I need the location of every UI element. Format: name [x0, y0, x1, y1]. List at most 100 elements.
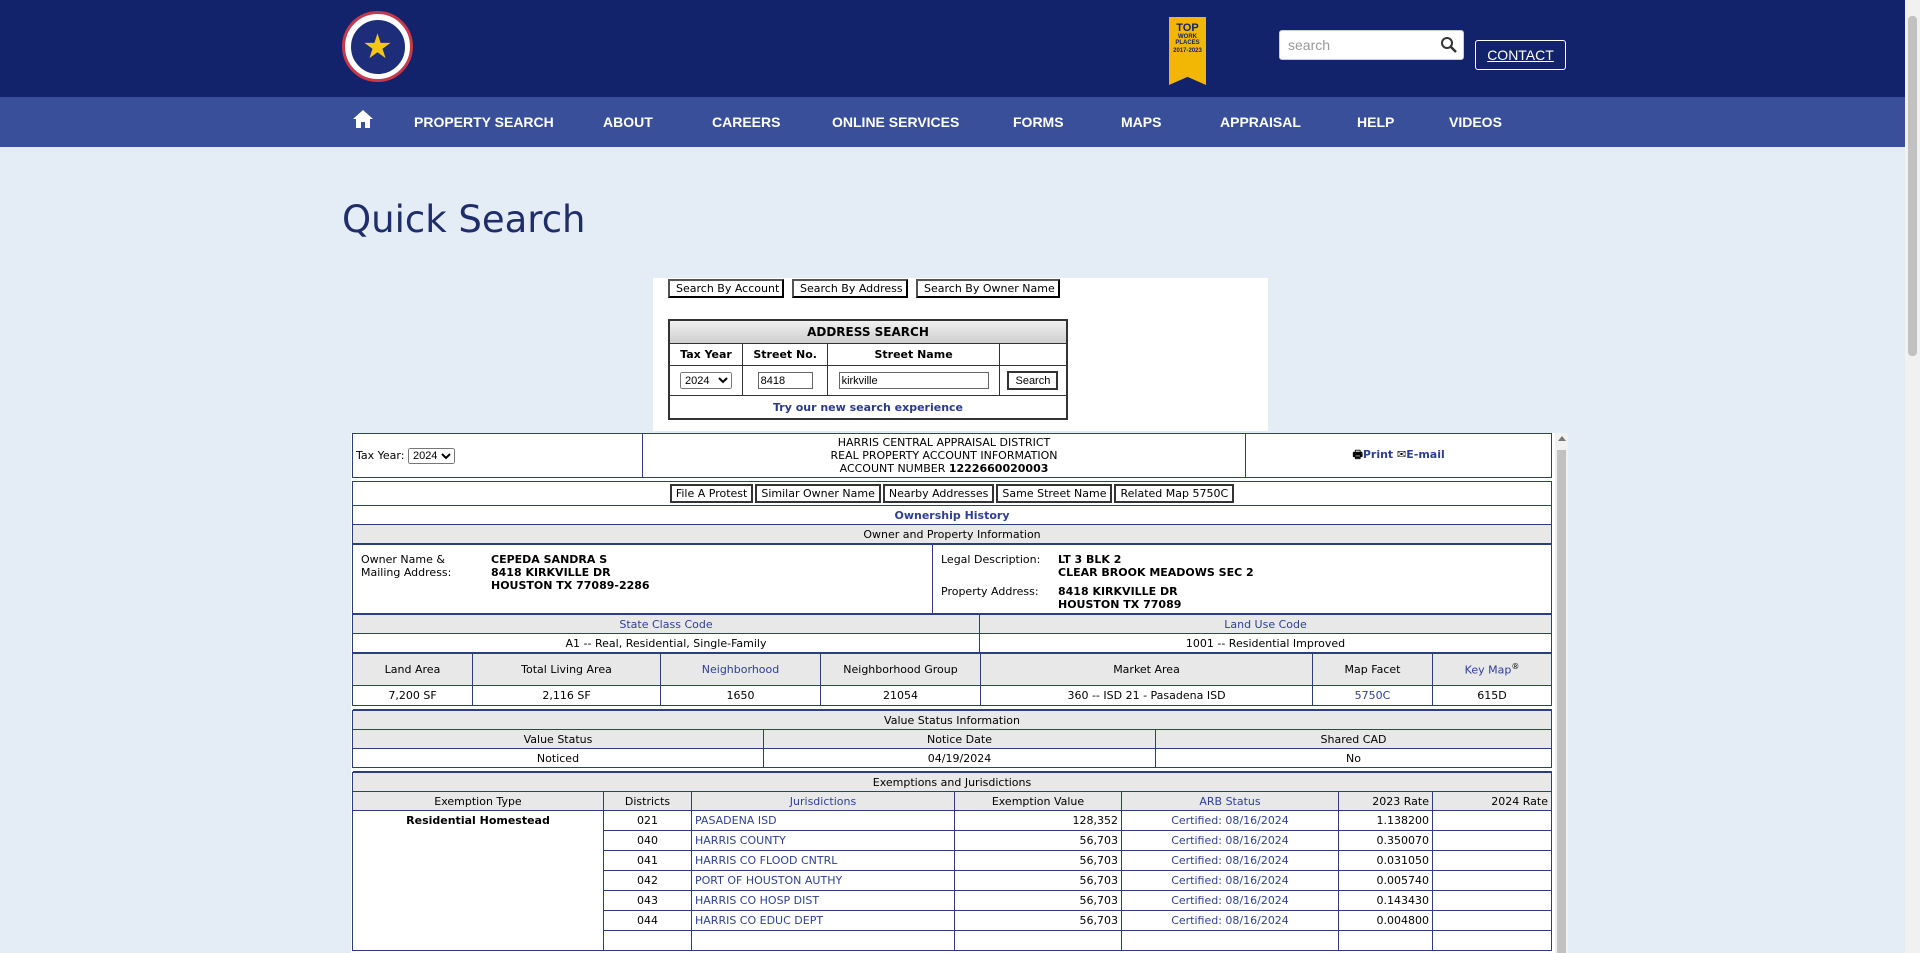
- contact-button[interactable]: CONTACT: [1475, 40, 1566, 70]
- exemption-value: 128,352: [954, 810, 1122, 831]
- nav-careers[interactable]: CAREERS: [712, 97, 780, 147]
- jurisdiction-link[interactable]: HARRIS CO EDUC DEPT: [695, 914, 823, 927]
- print-icon[interactable]: 🖶: [1352, 448, 1362, 461]
- rate-2024-header: 2024 Rate: [1432, 791, 1552, 811]
- notice-date-value: 04/19/2024: [763, 748, 1156, 768]
- key-map-link[interactable]: Key Map: [1465, 664, 1512, 677]
- state-class-code-link[interactable]: State Class Code: [619, 618, 712, 631]
- nav-appraisal[interactable]: APPRAISAL: [1220, 97, 1301, 147]
- arb-status-value[interactable]: Certified: 08/16/2024: [1171, 834, 1289, 847]
- state-class-value: A1 -- Real, Residential, Single-Family: [352, 633, 980, 653]
- property-address-line2: HOUSTON TX 77089: [1058, 598, 1182, 611]
- search-by-account-tab[interactable]: Search By Account: [668, 279, 784, 298]
- exemptions-table: Exemptions and Jurisdictions Exemption T…: [352, 772, 1552, 951]
- rate-2023-value: 0.350070: [1338, 830, 1433, 851]
- similar-owner-button[interactable]: Similar Owner Name: [755, 484, 881, 503]
- account-number-label: ACCOUNT NUMBER: [839, 462, 946, 475]
- email-link[interactable]: E-mail: [1406, 448, 1445, 461]
- page-scroll-thumb[interactable]: [1908, 16, 1917, 356]
- rate-2023-value: 0.143430: [1338, 890, 1433, 911]
- nav-forms[interactable]: FORMS: [1013, 97, 1064, 147]
- nav-help[interactable]: HELP: [1357, 97, 1394, 147]
- jurisdiction-link[interactable]: HARRIS CO FLOOD CNTRL: [695, 854, 837, 867]
- arb-status-link[interactable]: ARB Status: [1199, 795, 1260, 808]
- email-icon[interactable]: ✉: [1397, 448, 1406, 461]
- new-search-link[interactable]: Try our new search experience: [773, 401, 963, 414]
- nav-property-search[interactable]: PROPERTY SEARCH: [414, 97, 554, 147]
- rate-2023-value: 1.138200: [1338, 810, 1433, 831]
- market-area-value: 360 -- ISD 21 - Pasadena ISD: [980, 685, 1313, 706]
- ownership-history-link[interactable]: Ownership History: [894, 509, 1009, 522]
- arb-status-value[interactable]: Certified: 08/16/2024: [1171, 854, 1289, 867]
- address-search-button[interactable]: Search: [1007, 371, 1059, 391]
- frame-scroll-thumb[interactable]: [1557, 450, 1566, 953]
- rate-2024-value: [1432, 830, 1552, 851]
- jurisdictions-link[interactable]: Jurisdictions: [790, 795, 856, 808]
- header-search-input[interactable]: [1280, 31, 1430, 59]
- hcad-logo[interactable]: ★: [342, 11, 413, 82]
- tax-year-select[interactable]: 2024: [680, 372, 732, 390]
- table-row-district: 021: [603, 810, 692, 831]
- neighborhood-group-header: Neighborhood Group: [820, 653, 981, 686]
- address-search-form: ADDRESS SEARCH Tax Year Street No. Stree…: [668, 319, 1068, 420]
- key-map-registered: ®: [1511, 662, 1520, 672]
- search-by-owner-tab[interactable]: Search By Owner Name: [916, 279, 1060, 298]
- star-icon: ★: [348, 17, 407, 76]
- top-workplaces-badge: TOP WORK PLACES 2017-2023: [1169, 17, 1206, 85]
- land-use-code-link[interactable]: Land Use Code: [1224, 618, 1307, 631]
- district-name: HARRIS CENTRAL APPRAISAL DISTRICT: [837, 436, 1051, 449]
- street-name-input[interactable]: [838, 372, 989, 390]
- rate-2023-value: 0.004800: [1338, 910, 1433, 931]
- exemptions-title: Exemptions and Jurisdictions: [352, 772, 1552, 792]
- table-row-district: 042: [603, 870, 692, 891]
- page-scrollbar[interactable]: [1905, 0, 1920, 953]
- search-by-address-tab[interactable]: Search By Address: [792, 279, 908, 298]
- mailing-address-line2: HOUSTON TX 77089-2286: [491, 579, 650, 592]
- address-search-title: ADDRESS SEARCH: [668, 319, 1068, 344]
- search-icon[interactable]: [1439, 35, 1459, 55]
- exemption-value: 56,703: [954, 890, 1122, 911]
- jurisdiction-link[interactable]: PORT OF HOUSTON AUTHY: [695, 874, 842, 887]
- jurisdiction-link[interactable]: PASADENA ISD: [695, 814, 777, 827]
- account-tax-year-select[interactable]: 2024: [407, 447, 455, 464]
- frame-scrollbar[interactable]: [1555, 433, 1568, 953]
- main-nav: PROPERTY SEARCH ABOUT CAREERS ONLINE SER…: [0, 97, 1920, 147]
- file-protest-button[interactable]: File A Protest: [669, 484, 754, 503]
- rate-2024-value: [1432, 890, 1552, 911]
- arb-status-value[interactable]: Certified: 08/16/2024: [1171, 894, 1289, 907]
- same-street-button[interactable]: Same Street Name: [996, 484, 1113, 503]
- nav-videos[interactable]: VIDEOS: [1449, 97, 1502, 147]
- classification-table: State Class Code Land Use Code A1 -- Rea…: [352, 614, 1552, 653]
- neighborhood-link[interactable]: Neighborhood: [702, 663, 779, 676]
- map-facet-link[interactable]: 5750C: [1355, 689, 1391, 702]
- jurisdiction-link[interactable]: HARRIS CO HOSP DIST: [695, 894, 819, 907]
- neighborhood-value: 1650: [660, 685, 821, 706]
- arb-status-value[interactable]: Certified: 08/16/2024: [1171, 914, 1289, 927]
- scroll-up-arrow-icon[interactable]: [1558, 436, 1566, 441]
- badge-line-1: TOP: [1176, 22, 1199, 34]
- nearby-addresses-button[interactable]: Nearby Addresses: [882, 484, 995, 503]
- home-icon[interactable]: [352, 109, 374, 129]
- arb-status-value[interactable]: Certified: 08/16/2024: [1171, 874, 1289, 887]
- print-link[interactable]: Print: [1363, 448, 1393, 461]
- nav-maps[interactable]: MAPS: [1121, 97, 1161, 147]
- related-map-button[interactable]: Related Map 5750C: [1114, 484, 1235, 503]
- rate-2023-value: 0.031050: [1338, 850, 1433, 871]
- land-area-table: Land Area Total Living Area Neighborhood…: [352, 653, 1552, 710]
- nav-online-services[interactable]: ONLINE SERVICES: [832, 97, 959, 147]
- mailing-address-line1: 8418 KIRKVILLE DR: [491, 566, 611, 579]
- owner-label-1: Owner Name &: [361, 553, 445, 566]
- nav-about[interactable]: ABOUT: [603, 97, 653, 147]
- street-name-header: Street Name: [827, 342, 1000, 366]
- jurisdiction-link[interactable]: HARRIS COUNTY: [695, 834, 786, 847]
- table-row-district: 043: [603, 890, 692, 911]
- exemption-value-header: Exemption Value: [954, 791, 1122, 811]
- property-address-label: Property Address:: [941, 585, 1039, 598]
- account-number: 1222660020003: [948, 462, 1049, 475]
- account-header-table: Tax Year: 2024 HARRIS CENTRAL APPRAISAL …: [352, 433, 1552, 544]
- exemption-type-header: Exemption Type: [352, 791, 604, 811]
- street-no-input[interactable]: [757, 372, 813, 390]
- table-row-district: 040: [603, 830, 692, 851]
- arb-status-value[interactable]: Certified: 08/16/2024: [1171, 814, 1289, 827]
- owner-info-table: Owner Name & Mailing Address: CEPEDA SAN…: [352, 544, 1552, 614]
